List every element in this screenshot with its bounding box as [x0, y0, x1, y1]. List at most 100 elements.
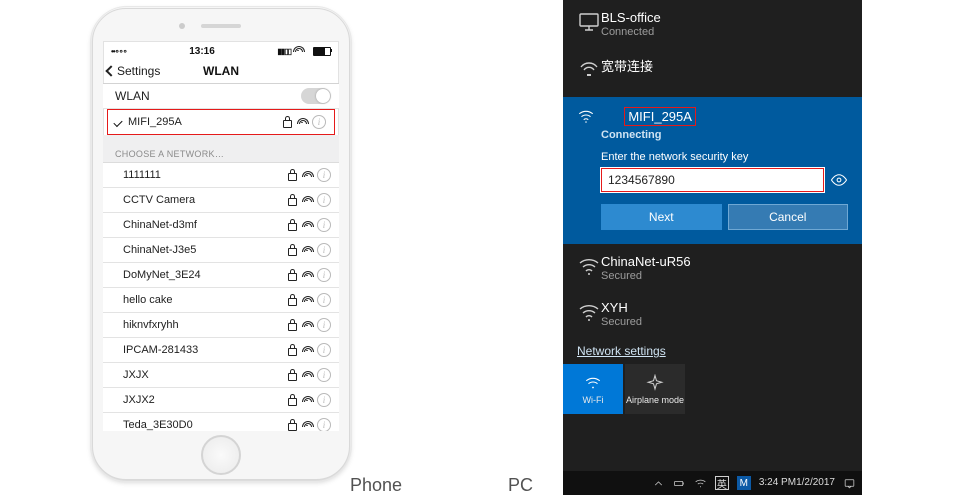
windows-network-flyout: BLS-office Connected 宽带连接 MIFI_295A Conn…: [563, 0, 862, 495]
wifi-strength-icon: [302, 246, 312, 254]
network-status: Secured: [601, 316, 848, 328]
iphone-device: ••∘∘∘ 13:16 ▮▮▯▯ Settings WLAN WLAN MIFI: [92, 8, 350, 480]
phone-caption: Phone: [350, 475, 402, 496]
info-icon[interactable]: i: [317, 268, 331, 282]
info-icon[interactable]: i: [317, 193, 331, 207]
network-ssid: 1111111: [123, 169, 288, 181]
network-row[interactable]: CCTV Camera i: [103, 188, 339, 213]
network-ssid: Teda_3E30D0: [123, 419, 288, 431]
network-row[interactable]: ChinaNet-d3mf i: [103, 213, 339, 238]
wifi-icon: [577, 254, 601, 281]
lock-icon: [288, 173, 297, 181]
wlan-label: WLAN: [115, 89, 301, 103]
security-key-input[interactable]: 1234567890: [601, 168, 824, 192]
network-row[interactable]: XYH Secured: [563, 290, 862, 336]
network-row[interactable]: ChinaNet-uR56 Secured: [563, 244, 862, 290]
info-icon[interactable]: i: [317, 343, 331, 357]
clock-time: 3:24 PM: [759, 478, 796, 488]
reveal-password-icon[interactable]: [830, 171, 848, 189]
network-row[interactable]: hello cake i: [103, 288, 339, 313]
wifi-strength-icon: [302, 421, 312, 429]
airplane-tile[interactable]: Airplane mode: [625, 364, 685, 414]
home-button[interactable]: [201, 435, 241, 475]
info-icon[interactable]: i: [312, 115, 326, 129]
lock-icon: [288, 298, 297, 306]
wifi-tile-label: Wi-Fi: [583, 395, 604, 405]
dialup-icon: [577, 56, 601, 83]
ime-mode[interactable]: M: [737, 476, 751, 490]
network-ssid: DoMyNet_3E24: [123, 269, 288, 281]
taskbar: 英 M 3:24 PM 1/2/2017: [563, 471, 862, 495]
info-icon[interactable]: i: [317, 168, 331, 182]
network-row[interactable]: JXJX2 i: [103, 388, 339, 413]
connecting-status: Connecting: [601, 129, 848, 141]
network-ssid: JXJX: [123, 369, 288, 381]
tray-battery-icon[interactable]: [673, 477, 686, 490]
checkmark-icon: [114, 116, 122, 128]
network-row[interactable]: 1111111 i: [103, 163, 339, 188]
connecting-ssid: MIFI_295A: [624, 107, 696, 126]
battery-icon: [313, 47, 331, 56]
ios-nav-bar: Settings WLAN: [103, 59, 339, 84]
info-icon[interactable]: i: [317, 318, 331, 332]
wifi-strength-icon: [302, 271, 312, 279]
network-row[interactable]: hiknvfxryhhi: [103, 313, 339, 338]
eth-name: BLS-office: [601, 10, 848, 25]
info-icon[interactable]: i: [317, 293, 331, 307]
wifi-strength-icon: [302, 221, 312, 229]
lock-icon: [288, 423, 297, 431]
info-icon[interactable]: i: [317, 393, 331, 407]
connecting-panel: MIFI_295A Connecting Enter the network s…: [563, 97, 862, 244]
network-ssid: CCTV Camera: [123, 194, 288, 206]
quick-action-tiles: Wi-Fi Airplane mode: [563, 364, 862, 414]
network-row[interactable]: JXJX i: [103, 363, 339, 388]
dialup-row[interactable]: 宽带连接: [563, 46, 862, 91]
wifi-strength-icon: [302, 296, 312, 304]
network-row[interactable]: IPCAM-281433 i: [103, 338, 339, 363]
ime-lang[interactable]: 英: [715, 476, 729, 490]
lock-icon: [288, 248, 297, 256]
connected-network-row[interactable]: MIFI_295A i: [107, 109, 335, 135]
wifi-tile[interactable]: Wi-Fi: [563, 364, 623, 414]
wifi-strength-icon: [297, 118, 307, 126]
clock-date: 1/2/2017: [796, 478, 835, 488]
network-row[interactable]: ChinaNet-J3e5i: [103, 238, 339, 263]
dialup-name: 宽带连接: [601, 56, 848, 75]
cell-bars-icon: ▮▮▯▯: [277, 47, 291, 56]
wifi-strength-icon: [302, 346, 312, 354]
info-icon[interactable]: i: [317, 243, 331, 257]
connected-ssid: MIFI_295A: [128, 116, 283, 128]
tray-wifi-icon[interactable]: [694, 477, 707, 490]
network-ssid: IPCAM-281433: [123, 344, 288, 356]
taskbar-clock[interactable]: 3:24 PM 1/2/2017: [759, 478, 835, 488]
wlan-switch[interactable]: [301, 88, 331, 104]
wifi-icon: [577, 107, 597, 128]
lock-icon: [288, 223, 297, 231]
ethernet-row[interactable]: BLS-office Connected: [563, 0, 862, 46]
notification-icon[interactable]: [843, 477, 856, 490]
network-row[interactable]: DoMyNet_3E24 i: [103, 263, 339, 288]
signal-icon: ••∘∘∘: [111, 47, 127, 56]
network-ssid: hello cake: [123, 294, 288, 306]
tray-up-icon[interactable]: [652, 477, 665, 490]
wlan-toggle-row[interactable]: WLAN: [103, 84, 339, 109]
network-ssid: ChinaNet-d3mf: [123, 219, 288, 231]
lock-icon: [288, 398, 297, 406]
cancel-button[interactable]: Cancel: [728, 204, 849, 230]
security-key-prompt: Enter the network security key: [601, 151, 848, 163]
nav-title: WLAN: [103, 64, 339, 78]
info-icon[interactable]: i: [317, 218, 331, 232]
network-settings-link[interactable]: Network settings: [563, 336, 862, 364]
wifi-strength-icon: [302, 321, 312, 329]
iphone-screen: ••∘∘∘ 13:16 ▮▮▯▯ Settings WLAN WLAN MIFI: [103, 41, 339, 431]
network-ssid: JXJX2: [123, 394, 288, 406]
lock-icon: [288, 273, 297, 281]
choose-network-header: CHOOSE A NETWORK…: [103, 135, 339, 163]
status-time: 13:16: [127, 46, 278, 57]
info-icon[interactable]: i: [317, 368, 331, 382]
next-button[interactable]: Next: [601, 204, 722, 230]
network-row[interactable]: Teda_3E30D0 i: [103, 413, 339, 431]
info-icon[interactable]: i: [317, 418, 331, 431]
network-status: Secured: [601, 270, 848, 282]
wifi-strength-icon: [302, 371, 312, 379]
